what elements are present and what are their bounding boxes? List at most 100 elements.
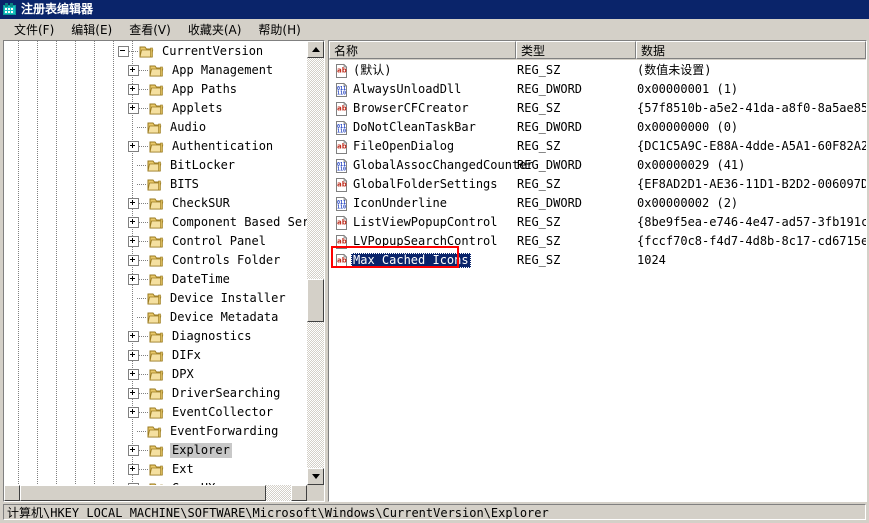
tree-item-label: Component Based Servici <box>172 215 307 229</box>
value-row[interactable]: 011 110 IconUnderline REG_DWORD 0x00000002 (… <box>329 194 866 213</box>
value-type: REG_SZ <box>517 101 561 115</box>
tree-item-label: EventForwarding <box>170 424 279 438</box>
tree-item-authentication[interactable]: Authentication <box>4 137 307 156</box>
svg-text:ab: ab <box>337 66 347 74</box>
tree-item-audio[interactable]: Audio <box>4 118 307 137</box>
tree-item-label: DriverSearching <box>172 386 281 400</box>
tree-item-applets[interactable]: Applets <box>4 99 307 118</box>
value-row[interactable]: ab (默认) REG_SZ (数值未设置) <box>329 61 866 80</box>
collapse-icon[interactable] <box>118 46 129 57</box>
expand-icon[interactable] <box>128 350 139 361</box>
tree-scroll-up-button[interactable] <box>307 41 324 58</box>
folder-icon <box>149 368 165 382</box>
tree-connector-line <box>139 412 148 413</box>
expand-icon[interactable] <box>128 141 139 152</box>
tree-item-device-installer[interactable]: Device Installer <box>4 289 307 308</box>
tree-item-app-management[interactable]: App Management <box>4 61 307 80</box>
expand-icon[interactable] <box>128 369 139 380</box>
value-row[interactable]: 011 110 GlobalAssocChangedCounter REG_DWORD… <box>329 156 866 175</box>
tree-scroll-right-button[interactable] <box>291 485 307 501</box>
tree-item-datetime[interactable]: DateTime <box>4 270 307 289</box>
menu-file[interactable]: 文件(F) <box>6 19 63 40</box>
tree-vscroll-track[interactable] <box>307 58 324 468</box>
folder-icon <box>147 425 163 439</box>
tree-item-device-metadata[interactable]: Device Metadata <box>4 308 307 327</box>
tree-item-dpx[interactable]: DPX <box>4 365 307 384</box>
tree-connector-line <box>139 469 148 470</box>
tree-item-bitlocker[interactable]: BitLocker <box>4 156 307 175</box>
expand-icon[interactable] <box>128 217 139 228</box>
tree-item-ext[interactable]: Ext <box>4 460 307 479</box>
expand-icon[interactable] <box>128 274 139 285</box>
value-row[interactable]: ab FileOpenDialog REG_SZ {DC1C5A9C-E88A-4dd… <box>329 137 866 156</box>
column-header-data[interactable]: 数据 <box>636 41 866 59</box>
tree-hscroll-thumb[interactable] <box>20 485 266 501</box>
expand-icon[interactable] <box>128 236 139 247</box>
tree-horizontal-scrollbar[interactable] <box>4 485 307 501</box>
expand-icon[interactable] <box>128 198 139 209</box>
tree-item-currentversion[interactable]: CurrentVersion <box>4 42 307 61</box>
tree-vertical-scrollbar[interactable] <box>307 41 324 485</box>
menu-favorites[interactable]: 收藏夹(A) <box>180 19 251 40</box>
value-type: REG_DWORD <box>517 158 583 172</box>
tree-item-label: CheckSUR <box>172 196 230 210</box>
value-type: REG_DWORD <box>517 82 583 96</box>
value-row[interactable]: ab GlobalFolderSettings REG_SZ {EF8AD2D1-AE… <box>329 175 866 194</box>
value-row[interactable]: 011 110 AlwaysUnloadDll REG_DWORD 0x00000001… <box>329 80 866 99</box>
expand-icon[interactable] <box>128 464 139 475</box>
expand-icon[interactable] <box>128 388 139 399</box>
tree-item-controls-folder[interactable]: Controls Folder <box>4 251 307 270</box>
value-data: {8be9f5ea-e746-4e47-ad57-3fb191ca1eed} <box>637 215 866 229</box>
folder-icon <box>149 102 165 116</box>
menu-edit[interactable]: 编辑(E) <box>63 19 121 40</box>
tree-item-label: DIFx <box>172 348 201 362</box>
tree-vscroll-thumb[interactable] <box>307 279 324 322</box>
expand-icon[interactable] <box>128 84 139 95</box>
tree-item-label: Device Installer <box>170 291 286 305</box>
column-header-name[interactable]: 名称 <box>329 41 516 59</box>
value-data: {fccf70c8-f4d7-4d8b-8c17-cd6715e37fff} <box>637 234 866 248</box>
expand-icon[interactable] <box>128 65 139 76</box>
expand-icon[interactable] <box>128 103 139 114</box>
string-value-icon: ab <box>333 63 349 79</box>
value-data: 0x00000000 (0) <box>637 120 739 134</box>
tree-item-control-panel[interactable]: Control Panel <box>4 232 307 251</box>
tree-connector-line <box>139 108 148 109</box>
tree-item-app-paths[interactable]: App Paths <box>4 80 307 99</box>
menu-help[interactable]: 帮助(H) <box>250 19 309 40</box>
tree-item-label: DPX <box>172 367 194 381</box>
value-row[interactable]: ab LVPopupSearchControl REG_SZ {fccf70c8-f4… <box>329 232 866 251</box>
tree-item-explorer[interactable]: Explorer <box>4 441 307 460</box>
expand-icon[interactable] <box>128 407 139 418</box>
tree-item-label: Ext <box>172 462 194 476</box>
registry-tree-pane: CurrentVersion App Management App Paths App… <box>3 40 325 502</box>
tree-item-checksur[interactable]: CheckSUR <box>4 194 307 213</box>
tree-item-diagnostics[interactable]: Diagnostics <box>4 327 307 346</box>
expand-icon[interactable] <box>128 255 139 266</box>
tree-scroll-down-button[interactable] <box>307 468 324 485</box>
column-header-type[interactable]: 类型 <box>516 41 636 59</box>
folder-icon <box>149 387 165 401</box>
tree-item-bits[interactable]: BITS <box>4 175 307 194</box>
value-type: REG_SZ <box>517 215 561 229</box>
menu-view[interactable]: 查看(V) <box>121 19 180 40</box>
tree-item-eventforwarding[interactable]: EventForwarding <box>4 422 307 441</box>
tree-scroll-left-button[interactable] <box>4 485 20 501</box>
menu-bar: 文件(F) 编辑(E) 查看(V) 收藏夹(A) 帮助(H) <box>0 19 869 40</box>
value-row[interactable]: 011 110 DoNotCleanTaskBar REG_DWORD 0x000000… <box>329 118 866 137</box>
value-row[interactable]: ab Max Cached Icons REG_SZ 1024 <box>329 251 866 270</box>
value-row[interactable]: ab BrowserCFCreator REG_SZ {57f8510b-a5e2-4… <box>329 99 866 118</box>
tree-item-driversearching[interactable]: DriverSearching <box>4 384 307 403</box>
expand-icon[interactable] <box>128 445 139 456</box>
tree-item-difx[interactable]: DIFx <box>4 346 307 365</box>
expand-icon[interactable] <box>128 331 139 342</box>
value-row[interactable]: ab ListViewPopupControl REG_SZ {8be9f5ea-e7… <box>329 213 866 232</box>
value-name: ListViewPopupControl <box>353 215 498 229</box>
tree-item-component-based-servici[interactable]: Component Based Servici <box>4 213 307 232</box>
folder-icon <box>149 197 165 211</box>
tree-item-eventcollector[interactable]: EventCollector <box>4 403 307 422</box>
title-bar: 注册表编辑器 <box>0 0 869 19</box>
tree-expander-spacer <box>128 313 137 322</box>
tree-connector-line <box>139 203 148 204</box>
value-name: GlobalFolderSettings <box>353 177 498 191</box>
